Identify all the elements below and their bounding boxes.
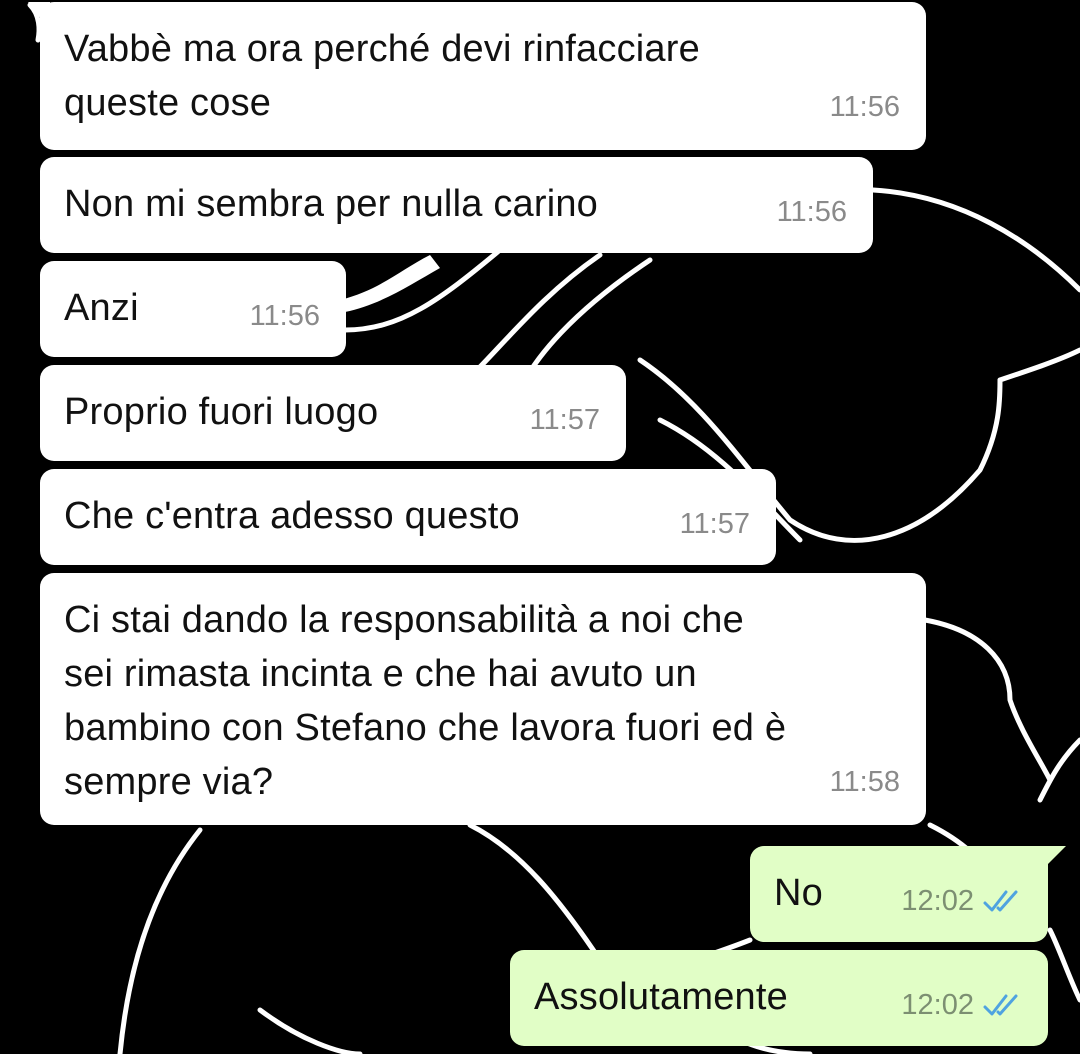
bubble-tail: [28, 2, 50, 30]
message-meta: 11:58: [830, 755, 900, 809]
message-time: 11:56: [249, 300, 320, 332]
incoming-message[interactable]: Che c'entra adesso questo 11:57: [40, 469, 776, 565]
message-time: 11:56: [829, 91, 900, 123]
message-time: 12:02: [901, 989, 974, 1021]
message-meta: 11:57: [530, 393, 600, 447]
message-text: Ci stai dando la responsabilità a noi ch…: [64, 599, 787, 803]
message-time: 11:57: [529, 404, 600, 436]
incoming-message[interactable]: Proprio fuori luogo 11:57: [40, 365, 626, 461]
message-text: Non mi sembra per nulla carino: [64, 183, 599, 225]
message-meta: 11:57: [680, 497, 750, 551]
outgoing-message[interactable]: No 12:02: [750, 846, 1066, 942]
message-meta: 11:56: [777, 185, 847, 239]
incoming-message[interactable]: Non mi sembra per nulla carino 11:56: [40, 157, 873, 253]
chat-area: Vabbè ma ora perché devi rinfacciare que…: [0, 0, 1080, 1054]
message-time: 11:58: [829, 766, 900, 798]
incoming-message[interactable]: Anzi 11:56: [40, 261, 346, 357]
double-check-read-icon: [983, 890, 1018, 912]
message-text: Proprio fuori luogo: [64, 391, 379, 433]
message-text: Vabbè ma ora perché devi rinfacciare que…: [64, 28, 700, 124]
double-check-read-icon: [983, 994, 1018, 1016]
message-time: 11:56: [776, 196, 847, 228]
message-meta: 12:02: [901, 978, 1022, 1032]
message-time: 12:02: [901, 885, 974, 917]
message-meta: 12:02: [901, 874, 1022, 928]
outgoing-message[interactable]: Assolutamente 12:02: [510, 950, 1048, 1046]
incoming-message[interactable]: Vabbè ma ora perché devi rinfacciare que…: [28, 2, 926, 150]
bubble-tail: [1042, 846, 1066, 870]
message-text: Che c'entra adesso questo: [64, 495, 520, 537]
message-meta: 11:56: [250, 289, 320, 343]
message-time: 11:57: [679, 508, 750, 540]
incoming-message[interactable]: Ci stai dando la responsabilità a noi ch…: [40, 573, 926, 825]
message-meta: 11:56: [830, 80, 900, 134]
